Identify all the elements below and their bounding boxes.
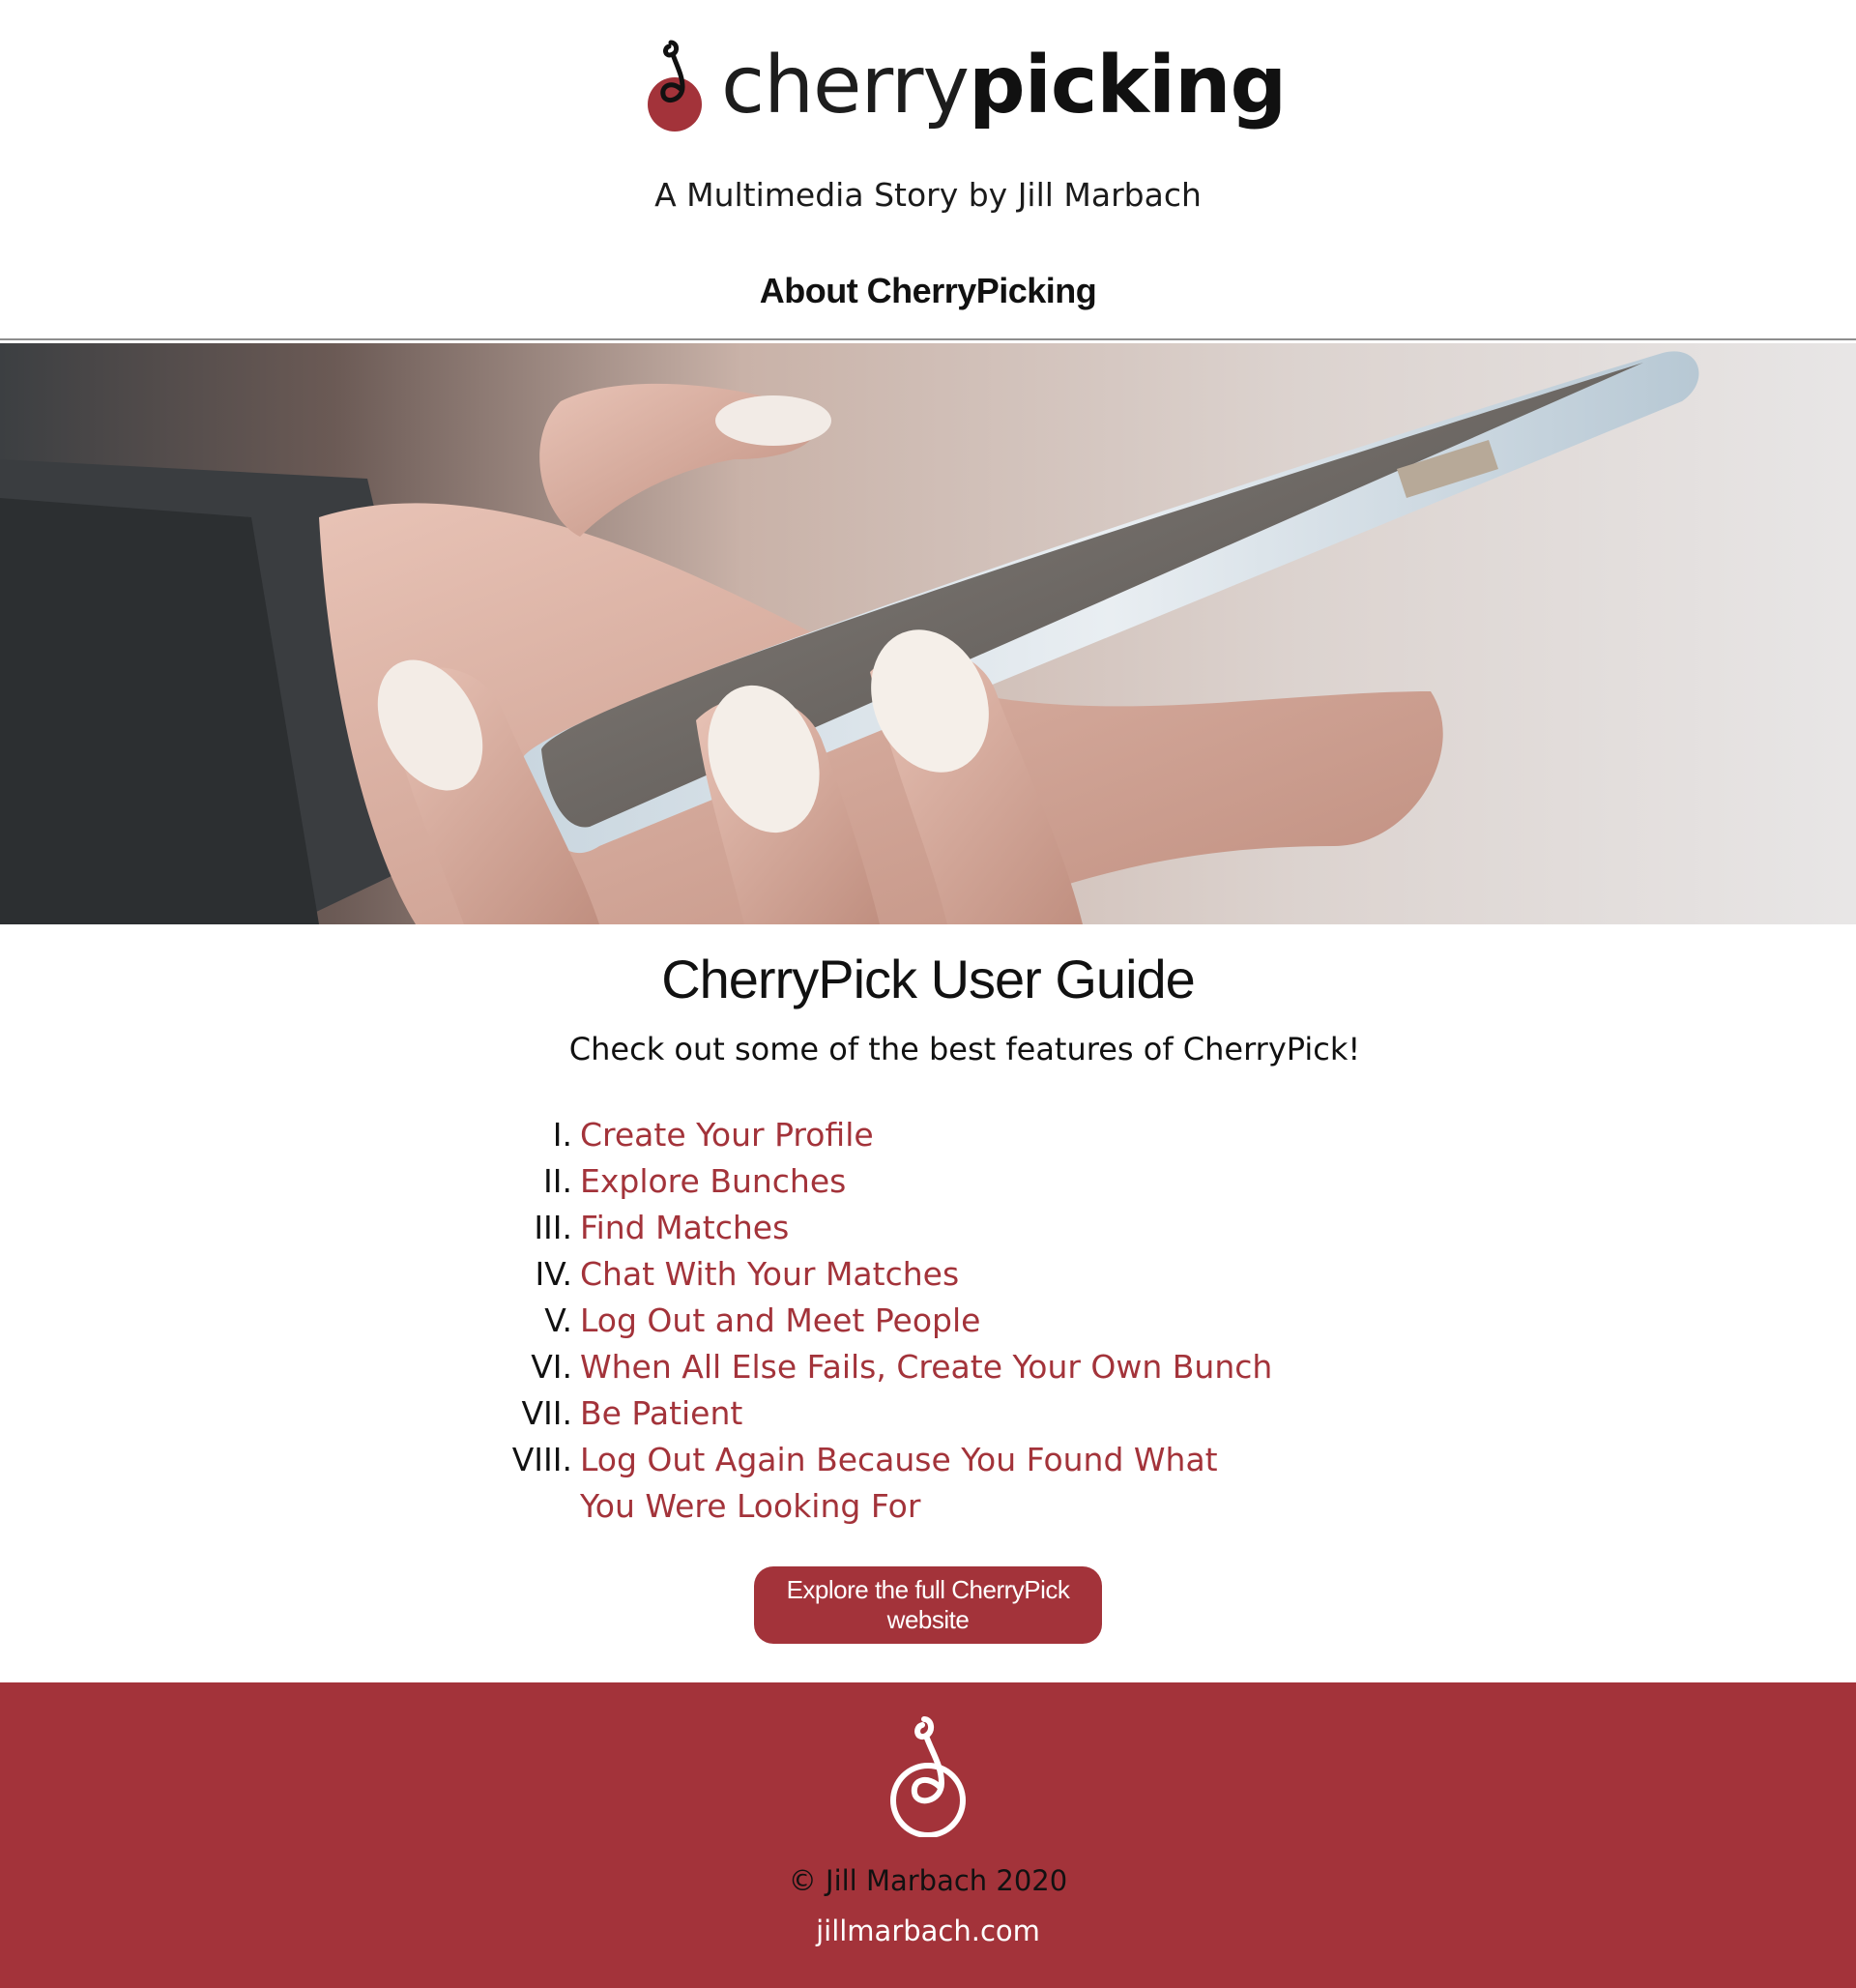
toc-link-find-matches[interactable]: Find Matches <box>580 1205 789 1251</box>
guide-subtitle: Check out some of the best features of C… <box>568 1031 1361 1067</box>
toc-item: I. Create Your Profile <box>503 1112 1373 1158</box>
site-logo[interactable]: cherrypicking <box>644 37 1287 151</box>
footer-site-link[interactable]: jillmarbach.com <box>0 1915 1856 1947</box>
toc-link-log-out-again[interactable]: Log Out Again Because You Found What You… <box>580 1437 1276 1530</box>
toc-item: V. Log Out and Meet People <box>503 1298 1373 1344</box>
toc-number: I. <box>552 1116 572 1154</box>
footer: © Jill Marbach 2020 jillmarbach.com <box>0 1682 1856 1988</box>
toc-link-log-out-meet[interactable]: Log Out and Meet People <box>580 1298 980 1344</box>
logo-wordmark: cherrypicking <box>721 29 1287 143</box>
nav-about: About CherryPicking <box>0 271 1856 311</box>
toc-link-be-patient[interactable]: Be Patient <box>580 1390 742 1437</box>
explore-website-button[interactable]: Explore the full CherryPick website <box>754 1566 1102 1644</box>
toc-item: VII. Be Patient <box>503 1390 1373 1437</box>
toc-item: III. Find Matches <box>503 1205 1373 1251</box>
toc-number: IV. <box>535 1255 572 1293</box>
toc-number: V. <box>544 1301 572 1339</box>
toc-number: VII. <box>521 1394 572 1432</box>
hero-image <box>0 343 1856 924</box>
toc-link-explore-bunches[interactable]: Explore Bunches <box>580 1158 846 1205</box>
toc-item: VI. When All Else Fails, Create Your Own… <box>503 1344 1373 1390</box>
cherry-logo-icon <box>648 40 702 132</box>
guide-title: CherryPick User Guide <box>661 949 1196 1009</box>
toc-link-create-bunch[interactable]: When All Else Fails, Create Your Own Bun… <box>580 1344 1272 1390</box>
copyright-text: © Jill Marbach 2020 <box>788 1864 1068 1897</box>
toc-item: II. Explore Bunches <box>503 1158 1373 1205</box>
about-link[interactable]: About CherryPicking <box>760 271 1097 310</box>
logo-word-bold: picking <box>969 40 1287 132</box>
guide-toc: I. Create Your Profile II. Explore Bunch… <box>503 1112 1373 1530</box>
cherry-logo-icon <box>890 1716 966 1837</box>
hand-holding-phone-image <box>0 351 1699 924</box>
page: cherrypicking A Multimedia Story by Jill… <box>0 0 1856 1988</box>
toc-number: II. <box>543 1162 572 1200</box>
toc-number: III. <box>534 1209 572 1246</box>
toc-item: IV. Chat With Your Matches <box>503 1251 1373 1298</box>
toc-number: VIII. <box>511 1441 572 1478</box>
toc-link-create-profile[interactable]: Create Your Profile <box>580 1112 874 1158</box>
toc-link-chat-matches[interactable]: Chat With Your Matches <box>580 1251 959 1298</box>
toc-item: VIII. Log Out Again Because You Found Wh… <box>503 1437 1373 1530</box>
header-divider <box>0 338 1856 340</box>
logo-word-light: cherry <box>721 40 970 132</box>
toc-number: VI. <box>531 1348 572 1386</box>
byline: A Multimedia Story by Jill Marbach <box>654 176 1202 214</box>
